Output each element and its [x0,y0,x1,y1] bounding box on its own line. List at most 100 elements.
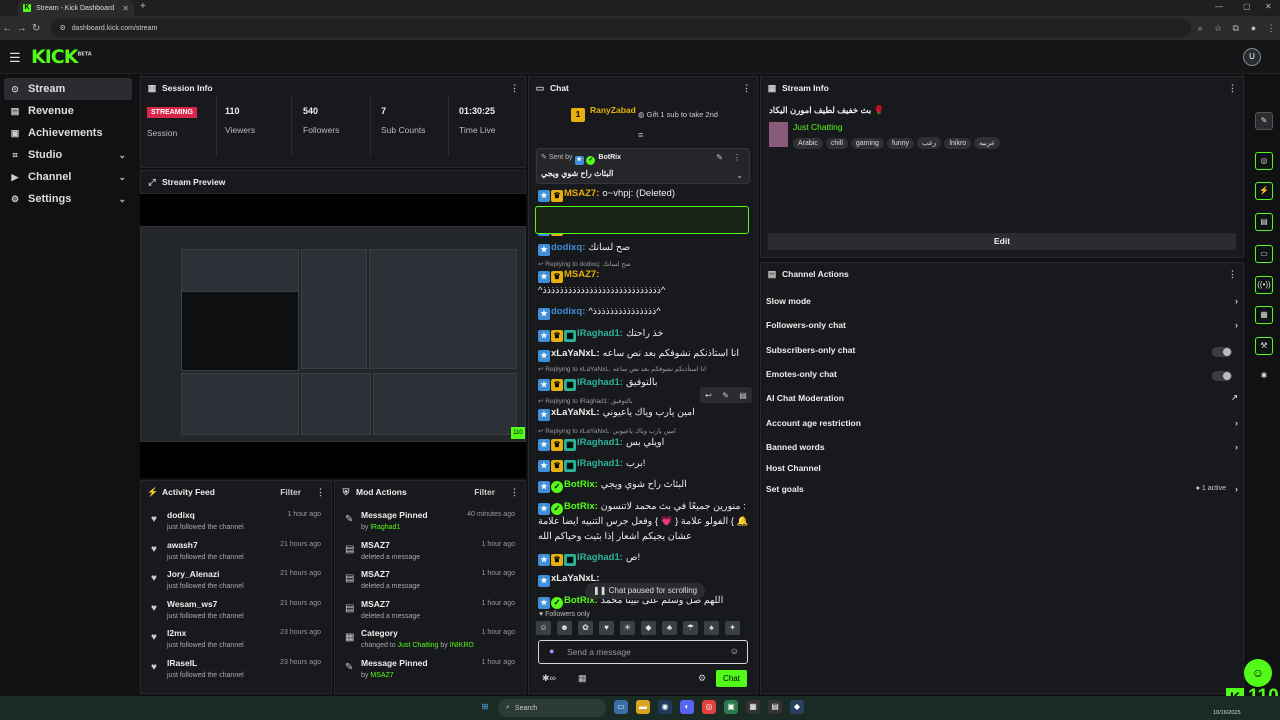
filter-button[interactable]: Filter [280,487,301,497]
chat-settings-icon[interactable]: ⚙ [698,673,706,684]
unpin-icon[interactable]: ✎ [716,153,723,162]
emote-icon[interactable]: ☻ [557,621,572,635]
sidebar-item-stream[interactable]: ⊙ Stream [4,78,132,100]
more-options-icon[interactable]: ⋮ [733,153,741,162]
follower-name[interactable]: Jory_Alenazi [167,569,219,579]
chat-fab-icon[interactable]: ☺ [1244,659,1272,687]
more-options-icon[interactable]: ⋮ [1228,83,1237,94]
app-icon[interactable]: ◆ [790,700,804,714]
follower-name[interactable]: awash7 [167,540,198,550]
chevron-down-icon[interactable]: ⌄ [118,194,126,205]
extensions-icon[interactable]: ⧉ [1227,23,1245,34]
star-icon[interactable]: ☆ [1209,23,1227,34]
sidebar-item-channel[interactable]: ▶ Channel ⌄ [4,166,132,188]
chat-input[interactable]: ● Send a message ☺ [538,640,748,664]
chat-username[interactable]: dodixq: [551,242,585,253]
trash-icon[interactable]: ▤ [739,391,747,400]
app-icon[interactable]: ▦ [746,700,760,714]
more-options-icon[interactable]: ⋮ [316,487,325,498]
app-icon[interactable]: ▤ [768,700,782,714]
apps-icon[interactable]: ✱ [1255,368,1273,386]
emote-icon[interactable]: ☂ [683,621,698,635]
chat-username[interactable]: MSAZ7: [564,269,599,280]
profile-icon[interactable]: ● [1245,23,1263,33]
zoom-icon[interactable]: ⌕ [1191,23,1209,34]
emote-icon[interactable]: ◆ [641,621,656,635]
discord-icon[interactable]: ◐ [680,700,694,714]
taskbar-search[interactable]: ⌕ Search [498,699,606,717]
chat-username[interactable]: xLaYaNxL: [551,407,600,418]
follower-name[interactable]: Wesam_ws7 [167,599,217,609]
folder-icon[interactable]: ▬ [636,700,650,714]
chevron-right-icon[interactable]: › [1235,442,1238,452]
maximize-icon[interactable]: ▢ [1243,2,1251,11]
emote-icon[interactable]: ☺ [536,621,551,635]
chat-username[interactable]: MSAZ7: [564,188,599,199]
chevron-down-icon[interactable]: ⌄ [118,150,126,161]
emote-icon[interactable]: ♥ [599,621,614,635]
chevron-right-icon[interactable]: › [1235,418,1238,428]
sidebar-item-revenue[interactable]: ▤ Revenue [4,100,132,122]
chat-username[interactable]: lRaghad1: [577,458,623,469]
chrome-icon[interactable]: ◎ [702,700,716,714]
pin-icon[interactable]: ✎ [722,391,729,400]
more-options-icon[interactable]: ⋮ [510,487,519,498]
chat-username[interactable]: lRaghad1: [577,377,623,388]
channel-action-set-goals[interactable]: Set goals ● 1 active › [766,484,1240,500]
forward-icon[interactable]: → [14,23,28,34]
tab-close-icon[interactable]: ✕ [122,4,129,13]
stream-tag[interactable]: gaming [850,138,884,149]
steam-icon[interactable]: ◉ [658,700,672,714]
emoji-icon[interactable]: ☺ [730,646,739,656]
filter-button[interactable]: Filter [474,487,495,497]
chat-paused-banner[interactable]: ❚❚ Chat paused for scrolling [585,583,706,599]
stream-tag[interactable]: رعب [917,137,942,149]
send-chat-button[interactable]: Chat [716,670,747,687]
toggle-switch[interactable] [1212,347,1232,357]
edit-stream-button[interactable]: Edit [768,233,1236,250]
hamburger-menu-icon[interactable]: ☰ [9,50,21,66]
more-options-icon[interactable]: ⋮ [510,83,519,94]
emote-icon[interactable]: ♣ [662,621,677,635]
gift-goal-text[interactable]: ◍ Gift 1 sub to take 2nd [638,110,718,119]
minimize-icon[interactable]: — [1215,2,1223,11]
toggle-switch[interactable] [1212,371,1232,381]
channel-action-ai-chat-moderation[interactable]: AI Chat Moderation ↗ [766,393,1240,409]
channel-action-subscribers-only-chat[interactable]: Subscribers-only chat [766,345,1240,361]
bolt-icon[interactable]: ⚡ [1255,182,1273,200]
stream-tag[interactable]: Arabic [793,138,823,149]
points-icon[interactable]: ✱∞ [542,673,556,684]
window-close-icon[interactable]: ✕ [1265,2,1272,11]
stream-tag[interactable]: عربيه [974,137,1001,149]
chat-username[interactable]: lRaghad1: [577,437,623,448]
channel-action-slow-mode[interactable]: Slow mode › [766,296,1240,312]
app-icon[interactable]: ▣ [724,700,738,714]
external-link-icon[interactable]: ↗ [1231,393,1238,402]
channel-action-account-age-restriction[interactable]: Account age restriction › [766,418,1240,434]
url-field[interactable]: ⚙ dashboard.kick.com/stream [51,19,1192,37]
stream-tag[interactable]: chill [825,138,848,149]
chevron-down-icon[interactable]: ⌄ [118,172,126,183]
sidebar-item-settings[interactable]: ⚙ Settings ⌄ [4,188,132,210]
category-link[interactable]: Just Chatting [793,122,843,132]
follower-name[interactable]: l2mx [167,628,186,638]
emote-icon[interactable]: ♠ [704,621,719,635]
follower-name[interactable]: lRaseIL [167,658,197,668]
stream-tag[interactable]: funny [886,138,914,149]
stream-tag[interactable]: lnikro [944,138,972,149]
mod-user-link[interactable]: INIKRO [450,642,474,649]
chevron-right-icon[interactable]: › [1235,320,1238,330]
chat-username[interactable]: dodixq: [551,306,585,317]
emote-icon[interactable]: ✦ [725,621,740,635]
windows-start-icon[interactable]: ⊞ [478,700,492,714]
gift-icon[interactable]: ▦ [578,673,587,684]
broadcast-icon[interactable]: ((•)) [1255,276,1273,294]
chat-username[interactable]: BotRix: [564,479,598,490]
more-options-icon[interactable]: ⋮ [1228,269,1237,280]
more-options-icon[interactable]: ⋮ [742,83,751,94]
chat-username[interactable]: lRaghad1: [577,328,623,339]
mod-user-link[interactable]: lRaghad1 [370,524,400,531]
follower-name[interactable]: dodixq [167,510,195,520]
channel-action-emotes-only-chat[interactable]: Emotes-only chat [766,369,1240,385]
channel-action-banned-words[interactable]: Banned words › [766,442,1240,458]
